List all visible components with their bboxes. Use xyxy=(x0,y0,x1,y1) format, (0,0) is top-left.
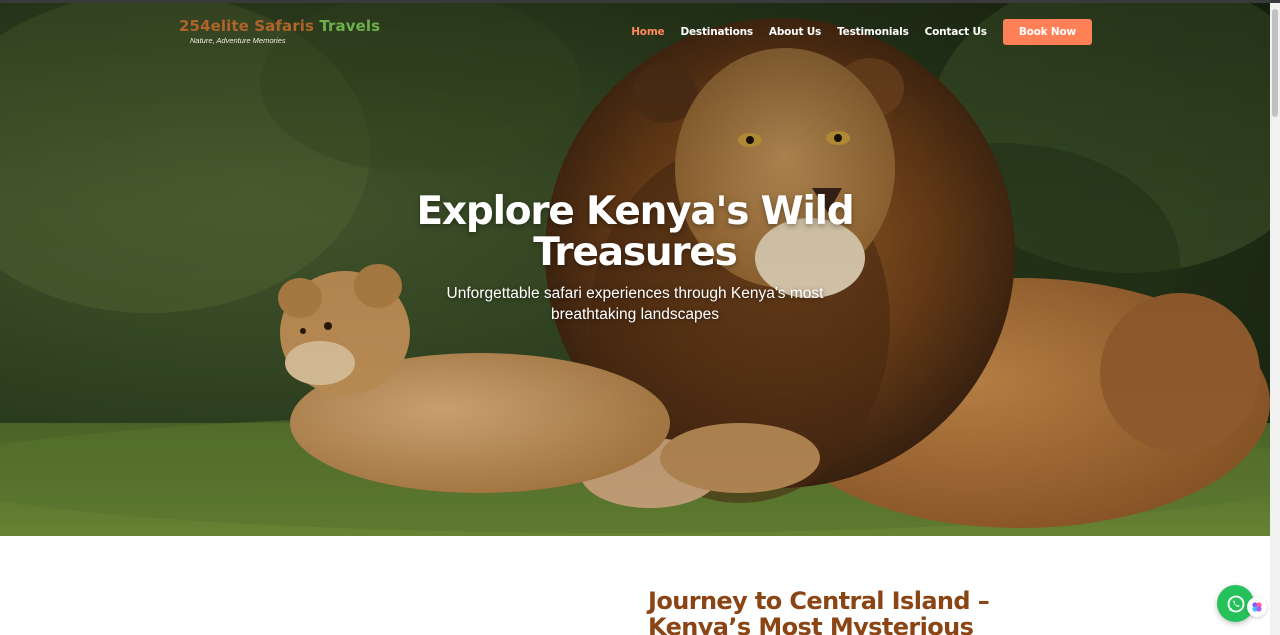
brand-tagline: Nature, Adventure Memories xyxy=(190,36,286,45)
nav-contact-us[interactable]: Contact Us xyxy=(925,26,987,38)
brand-name: 254elite Safaris Travels xyxy=(179,17,380,35)
extension-icon xyxy=(1252,602,1262,612)
book-now-button[interactable]: Book Now xyxy=(1002,19,1092,45)
page-scrollbar[interactable] xyxy=(1270,3,1280,635)
brand-name-secondary: Travels xyxy=(319,17,381,35)
nav-destinations[interactable]: Destinations xyxy=(680,26,753,38)
nav-testimonials[interactable]: Testimonials xyxy=(837,26,909,38)
brand-name-primary: 254elite Safaris xyxy=(179,17,314,35)
brand-logo[interactable]: 254elite Safaris Travels Nature, Adventu… xyxy=(179,17,380,45)
window-top-border xyxy=(0,0,1280,3)
hero-title: Explore Kenya's Wild Treasures xyxy=(416,189,854,275)
hero-section: 254elite Safaris Travels Nature, Adventu… xyxy=(0,3,1270,536)
nav-home[interactable]: Home xyxy=(631,26,664,38)
extension-badge[interactable] xyxy=(1247,597,1267,617)
section-title: Journey to Central Island – Kenya’s Most… xyxy=(648,587,990,635)
hero-subtitle: Unforgettable safari experiences through… xyxy=(446,285,824,323)
nav-about-us[interactable]: About Us xyxy=(769,26,821,38)
whatsapp-icon xyxy=(1227,595,1244,612)
scrollbar-thumb[interactable] xyxy=(1272,9,1278,117)
main-navigation: Home Destinations About Us Testimonials … xyxy=(615,19,1092,45)
hero-content: Explore Kenya's Wild Treasures Unforgett… xyxy=(0,191,1270,325)
